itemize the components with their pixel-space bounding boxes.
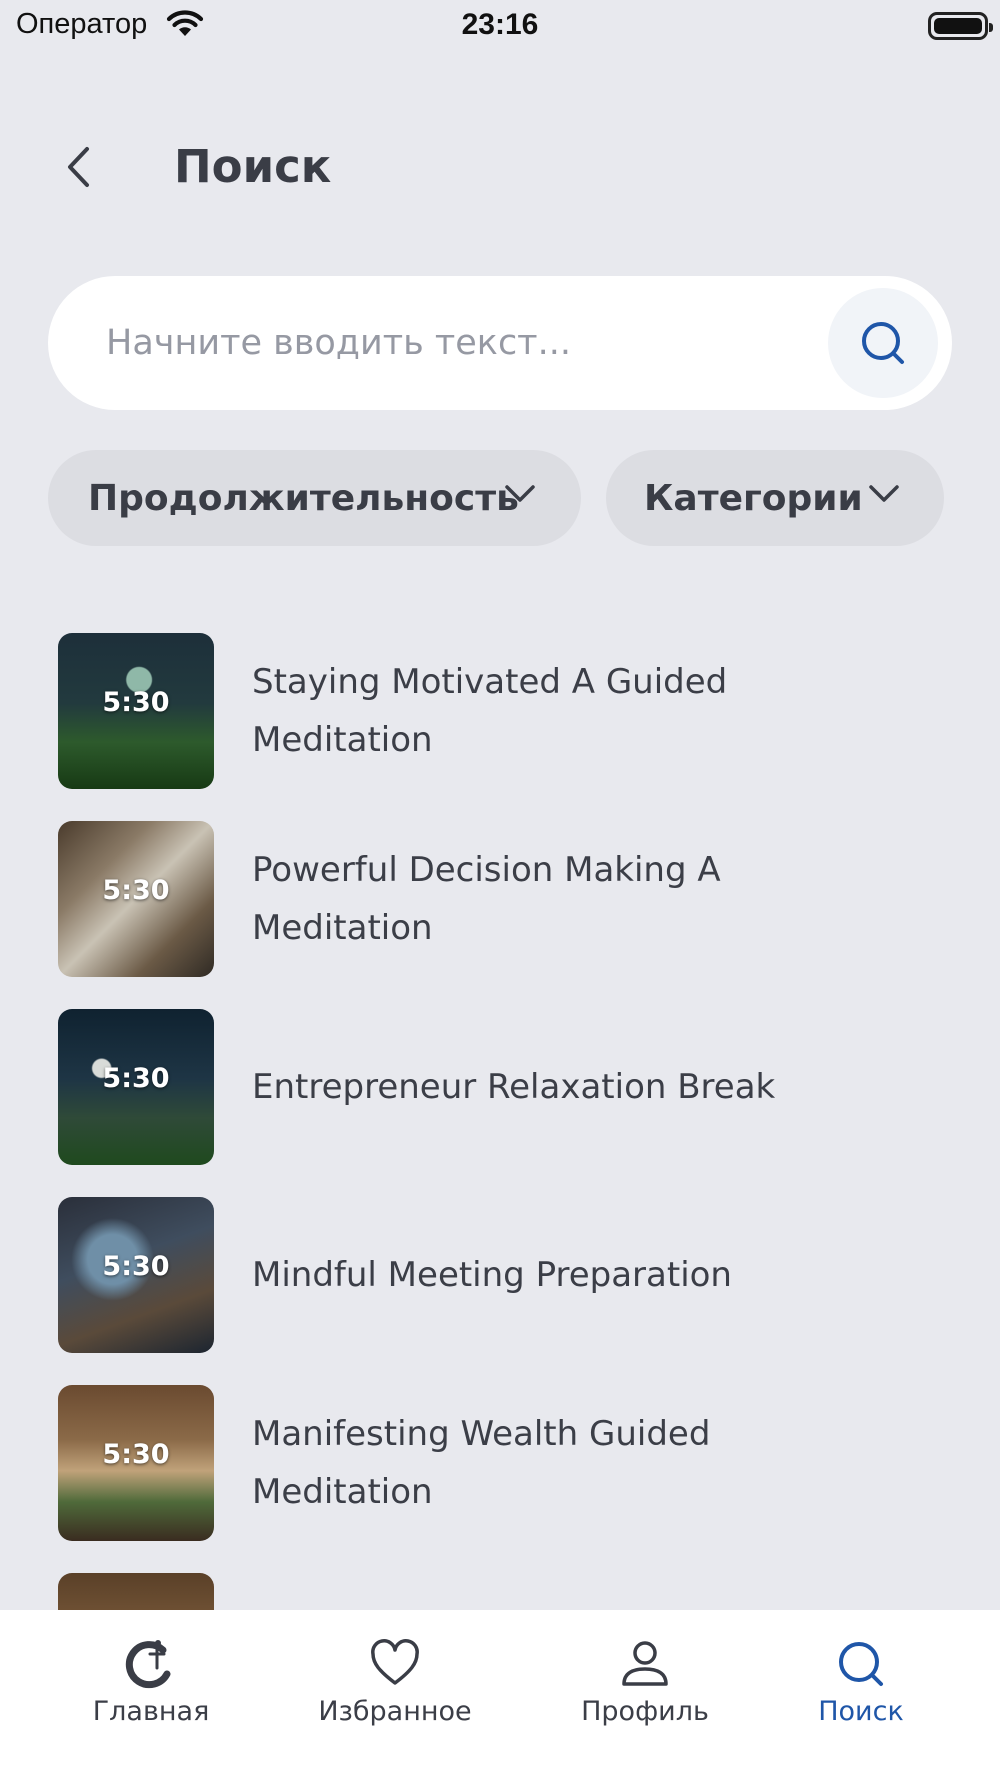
search-input[interactable]: [106, 306, 806, 380]
duration-label: 5:30: [102, 875, 170, 906]
duration-label: 5:30: [102, 1063, 170, 1094]
page-title: Поиск: [174, 140, 332, 193]
meditation-thumbnail: 5:30: [58, 633, 214, 789]
duration-filter[interactable]: Продолжительность: [48, 450, 581, 546]
list-item[interactable]: 5:30 Entrepreneur Relaxation Break: [58, 1009, 958, 1165]
battery-icon: [928, 12, 993, 40]
tab-search-label: Поиск: [818, 1696, 904, 1727]
tab-search[interactable]: Поиск: [761, 1638, 961, 1738]
list-item[interactable]: 5:30 Powerful Decision Making A Meditati…: [58, 821, 958, 977]
status-time: 23:16: [461, 8, 539, 41]
chevron-down-icon: [869, 485, 899, 502]
item-title: Powerful Decision Making A Meditation: [252, 850, 721, 948]
tab-home-label: Главная: [92, 1696, 210, 1727]
category-filter-label: Категории: [644, 477, 863, 519]
chevron-left-icon: [68, 147, 89, 187]
list-item-partial[interactable]: [58, 1573, 958, 1610]
duration-label: 5:30: [102, 687, 170, 718]
meditation-thumbnail: 5:30: [58, 1197, 214, 1353]
search-screen: Оператор 23:16 Поиск Продолжительность: [0, 0, 1000, 1778]
tab-profile[interactable]: Профиль: [545, 1638, 745, 1738]
tab-favorites[interactable]: Избранное: [295, 1638, 495, 1738]
list-item[interactable]: 5:30 Mindful Meeting Preparation: [58, 1197, 958, 1353]
duration-label: 5:30: [102, 1251, 170, 1282]
home-logo-icon: [125, 1640, 171, 1689]
tab-favorites-label: Избранное: [318, 1696, 472, 1727]
meditation-thumbnail: 5:30: [58, 1385, 214, 1541]
search-bar: [48, 276, 952, 410]
item-title: Staying Motivated A Guided Meditation: [252, 662, 728, 760]
tab-profile-label: Профиль: [581, 1696, 709, 1727]
chevron-down-icon: [505, 485, 535, 502]
back-button[interactable]: [52, 135, 104, 199]
meditation-thumbnail: [58, 1573, 214, 1610]
person-icon: [622, 1641, 668, 1686]
duration-label: 5:30: [102, 1439, 170, 1470]
search-button[interactable]: [828, 288, 938, 398]
results-list: 5:30 Staying Motivated A Guided Meditati…: [0, 630, 1000, 1610]
item-title: Manifesting Wealth Guided Meditation: [252, 1414, 711, 1512]
list-item[interactable]: 5:30 Manifesting Wealth Guided Meditatio…: [58, 1385, 958, 1541]
category-filter[interactable]: Категории: [606, 450, 944, 546]
duration-filter-label: Продолжительность: [88, 477, 519, 519]
status-bar: Оператор 23:16: [0, 0, 1000, 52]
meditation-thumbnail: 5:30: [58, 1009, 214, 1165]
meditation-thumbnail: 5:30: [58, 821, 214, 977]
heart-icon: [371, 1639, 419, 1685]
list-item[interactable]: 5:30 Staying Motivated A Guided Meditati…: [58, 633, 958, 789]
tab-bar: Главная Избранное Профиль Поиск: [0, 1610, 1000, 1778]
item-title: Mindful Meeting Preparation: [252, 1255, 732, 1295]
item-title: Entrepreneur Relaxation Break: [252, 1067, 776, 1107]
tab-home[interactable]: Главная: [51, 1638, 251, 1738]
search-icon: [862, 322, 904, 364]
search-icon: [839, 1642, 883, 1686]
